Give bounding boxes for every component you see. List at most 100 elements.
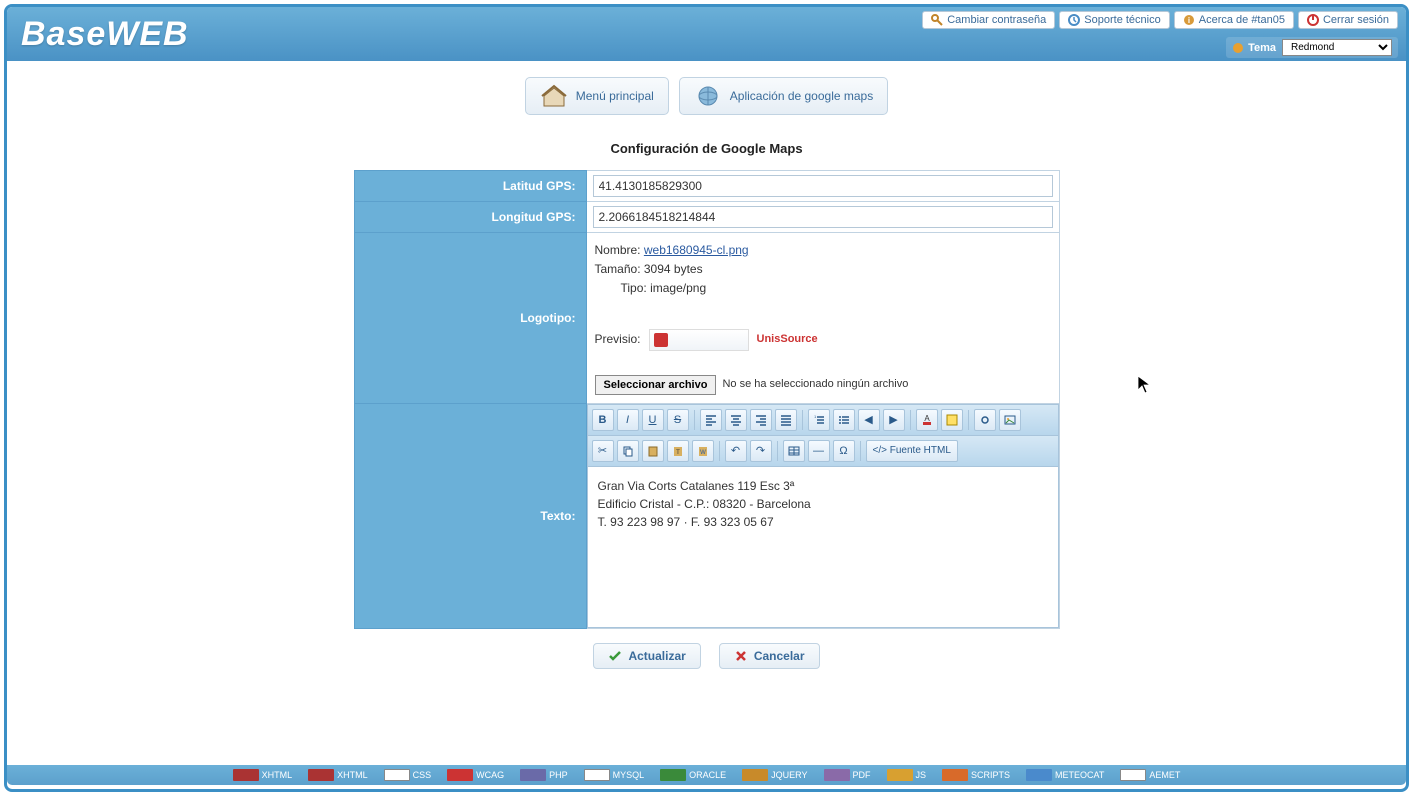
- image-button[interactable]: [999, 409, 1021, 431]
- footer-js[interactable]: JS: [881, 768, 933, 782]
- text-label: Texto:: [354, 403, 586, 628]
- cancel-button[interactable]: Cancelar: [719, 643, 820, 669]
- svg-text:i: i: [1188, 16, 1190, 25]
- redo-button[interactable]: ↷: [750, 440, 772, 462]
- align-right-button[interactable]: [750, 409, 772, 431]
- longitude-input[interactable]: [593, 206, 1053, 228]
- top-links: Cambiar contraseña Soporte técnico i Ace…: [922, 11, 1398, 29]
- section-title: Configuración de Google Maps: [7, 141, 1406, 156]
- theme-label-text: Tema: [1248, 42, 1276, 54]
- italic-button[interactable]: I: [617, 409, 639, 431]
- copy-button[interactable]: [617, 440, 639, 462]
- select-file-button[interactable]: Seleccionar archivo: [595, 375, 717, 395]
- cancel-label: Cancelar: [754, 649, 805, 663]
- theme-dropdown[interactable]: Redmond: [1282, 39, 1392, 56]
- gmaps-app-button[interactable]: Aplicación de google maps: [679, 77, 888, 115]
- paste-text-button[interactable]: T: [667, 440, 689, 462]
- logo-preview-brand: UnisSource: [757, 331, 818, 349]
- editor-line-1: Gran Via Corts Catalanes 119 Esc 3ª: [598, 477, 1048, 495]
- config-form: Latitud GPS: Longitud GPS: Logotipo: Nom…: [354, 170, 1060, 629]
- file-info: Nombre: web1680945-cl.png Tamaño: 3094 b…: [593, 237, 1053, 399]
- file-name-link[interactable]: web1680945-cl.png: [644, 243, 749, 257]
- file-type-label: Tipo:: [621, 281, 647, 295]
- paste-button[interactable]: [642, 440, 664, 462]
- app-logo: BaseWEB: [21, 15, 189, 54]
- update-button[interactable]: Actualizar: [593, 643, 700, 669]
- special-char-button[interactable]: Ω: [833, 440, 855, 462]
- editor-toolbar-1: B I U S 1 ◀ ▶: [588, 405, 1058, 436]
- support-label: Soporte técnico: [1084, 14, 1160, 26]
- editor-line-3: T. 93 223 98 97 · F. 93 323 05 67: [598, 513, 1048, 531]
- file-type-value: image/png: [650, 281, 706, 295]
- svg-text:A: A: [924, 414, 930, 423]
- latitude-input[interactable]: [593, 175, 1053, 197]
- strike-button[interactable]: S: [667, 409, 689, 431]
- footer-bar: XHTML XHTML CSS WCAG PHP MYSQL ORACLE JQ…: [7, 765, 1406, 785]
- logo-preview-image: [649, 329, 749, 351]
- indent-button[interactable]: ▶: [883, 409, 905, 431]
- footer-pdf[interactable]: PDF: [818, 768, 877, 782]
- logout-link[interactable]: Cerrar sesión: [1298, 11, 1398, 29]
- footer-xhtml-1[interactable]: XHTML: [227, 768, 299, 782]
- header-bar: BaseWEB Cambiar contraseña Soporte técni…: [7, 7, 1406, 61]
- undo-button[interactable]: ↶: [725, 440, 747, 462]
- unordered-list-button[interactable]: [833, 409, 855, 431]
- support-link[interactable]: Soporte técnico: [1059, 11, 1169, 29]
- longitude-label: Longitud GPS:: [354, 202, 586, 233]
- text-color-button[interactable]: A: [916, 409, 938, 431]
- bg-color-button[interactable]: [941, 409, 963, 431]
- update-label: Actualizar: [628, 649, 685, 663]
- file-status-text: No se ha seleccionado ningún archivo: [722, 376, 908, 394]
- ordered-list-button[interactable]: 1: [808, 409, 830, 431]
- code-icon: </>: [873, 445, 887, 456]
- footer-meteocat[interactable]: METEOCAT: [1020, 768, 1110, 782]
- outdent-button[interactable]: ◀: [858, 409, 880, 431]
- support-icon: [1068, 14, 1080, 26]
- footer-jquery[interactable]: JQUERY: [736, 768, 813, 782]
- footer-css[interactable]: CSS: [378, 768, 438, 782]
- cross-icon: [734, 649, 748, 663]
- align-justify-button[interactable]: [775, 409, 797, 431]
- align-center-button[interactable]: [725, 409, 747, 431]
- palette-icon: [1232, 42, 1244, 54]
- logotype-label: Logotipo:: [354, 233, 586, 404]
- footer-php[interactable]: PHP: [514, 768, 574, 782]
- cut-button[interactable]: ✂: [592, 440, 614, 462]
- source-html-button[interactable]: </> Fuente HTML: [866, 440, 958, 462]
- paste-word-button[interactable]: W: [692, 440, 714, 462]
- footer-aemet[interactable]: AEMET: [1114, 768, 1186, 782]
- editor-content-area[interactable]: Gran Via Corts Catalanes 119 Esc 3ª Edif…: [588, 467, 1058, 627]
- svg-text:W: W: [700, 450, 706, 456]
- globe-icon: [694, 84, 722, 108]
- check-icon: [608, 649, 622, 663]
- about-link[interactable]: i Acerca de #tan05: [1174, 11, 1294, 29]
- editor-toolbar-2: ✂ T W ↶ ↷ — Ω </> Fuent: [588, 436, 1058, 467]
- footer-wcag[interactable]: WCAG: [441, 768, 510, 782]
- logout-label: Cerrar sesión: [1323, 14, 1389, 26]
- footer-mysql[interactable]: MYSQL: [578, 768, 651, 782]
- home-icon: [540, 84, 568, 108]
- footer-scripts[interactable]: SCRIPTS: [936, 768, 1016, 782]
- file-size-label: Tamaño:: [595, 262, 641, 276]
- about-label: Acerca de #tan05: [1199, 14, 1285, 26]
- hr-button[interactable]: —: [808, 440, 830, 462]
- underline-button[interactable]: U: [642, 409, 664, 431]
- mouse-cursor: [1137, 375, 1151, 395]
- table-button[interactable]: [783, 440, 805, 462]
- file-name-label: Nombre:: [595, 243, 641, 257]
- theme-label: Tema: [1232, 42, 1276, 54]
- source-html-label: Fuente HTML: [890, 445, 951, 456]
- change-password-link[interactable]: Cambiar contraseña: [922, 11, 1055, 29]
- power-icon: [1307, 14, 1319, 26]
- theme-selector: Tema Redmond: [1226, 37, 1398, 58]
- file-size-value: 3094 bytes: [644, 262, 703, 276]
- main-menu-label: Menú principal: [576, 89, 654, 103]
- align-left-button[interactable]: [700, 409, 722, 431]
- link-button[interactable]: [974, 409, 996, 431]
- main-menu-button[interactable]: Menú principal: [525, 77, 669, 115]
- svg-text:1: 1: [814, 414, 817, 419]
- footer-xhtml-2[interactable]: XHTML: [302, 768, 374, 782]
- action-row: Actualizar Cancelar: [7, 643, 1406, 669]
- bold-button[interactable]: B: [592, 409, 614, 431]
- footer-oracle[interactable]: ORACLE: [654, 768, 732, 782]
